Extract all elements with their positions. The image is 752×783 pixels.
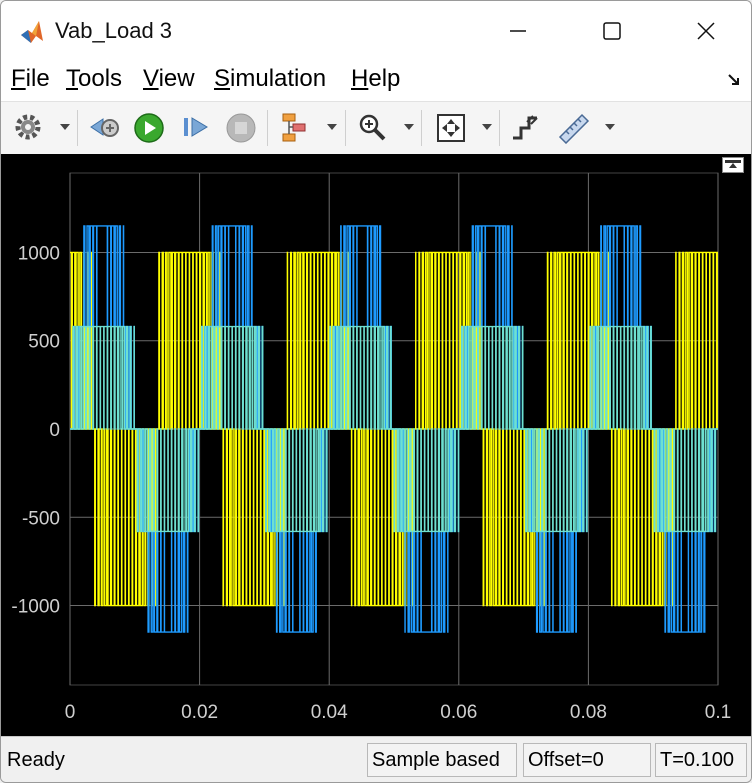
x-tick-label: 0.04 <box>311 702 348 723</box>
run-icon <box>134 113 164 143</box>
fit-dropdown-arrow[interactable] <box>482 124 492 130</box>
x-tick-label: 0 <box>65 702 76 723</box>
stop-button[interactable] <box>225 112 256 143</box>
signal-dropdown-arrow[interactable] <box>327 124 337 130</box>
y-tick-label: -1000 <box>11 597 60 618</box>
zoom-button[interactable] <box>357 112 387 142</box>
step-back-button[interactable] <box>89 112 119 142</box>
toolbar-separator <box>267 110 268 146</box>
settings-dropdown-arrow[interactable] <box>60 124 70 130</box>
scope-axes[interactable]: 0 0.02 0.04 0.06 0.08 0.1 -1000 -500 0 500 1000 <box>1 154 751 736</box>
ruler-icon <box>558 113 590 145</box>
close-button[interactable] <box>683 11 729 51</box>
window-title: Vab_Load 3 <box>55 18 173 43</box>
measurements-dropdown-arrow[interactable] <box>605 124 615 130</box>
y-tick-label: -500 <box>22 508 60 529</box>
toolbar-separator <box>345 110 346 146</box>
menu-help[interactable]: Help <box>351 65 400 93</box>
title-bar: Vab_Load 3 <box>1 1 751 61</box>
step-back-icon <box>90 118 119 137</box>
x-tick-label: 0.08 <box>570 702 607 723</box>
close-icon <box>697 22 715 40</box>
toolbar-separator <box>77 110 78 146</box>
maximize-button[interactable] <box>589 11 635 51</box>
toolbar-separator <box>421 110 422 146</box>
minimize-icon <box>510 30 526 32</box>
toolbar-separator <box>499 110 500 146</box>
run-button[interactable] <box>133 112 164 143</box>
y-tick-label: 1000 <box>18 243 60 264</box>
toolbar <box>1 101 751 155</box>
scope-window: Vab_Load 3 File Tools View Simulation He… <box>0 0 752 783</box>
status-bar: Ready Sample based Offset=0 T=0.100 <box>1 736 751 782</box>
maximize-icon <box>603 22 621 40</box>
status-ready-text: Ready <box>7 749 65 771</box>
minimize-button[interactable] <box>495 11 541 51</box>
menu-view[interactable]: View <box>143 65 195 93</box>
menu-file[interactable]: File <box>11 65 50 93</box>
arrow-down-right-icon[interactable] <box>727 73 741 87</box>
measurements-button[interactable] <box>557 112 590 145</box>
status-time: T=0.100 <box>655 743 747 777</box>
status-offset: Offset=0 <box>523 743 651 777</box>
zoom-dropdown-arrow[interactable] <box>404 124 414 130</box>
x-tick-label: 0.06 <box>440 702 477 723</box>
fit-to-view-button[interactable] <box>435 112 465 142</box>
signal-tree-icon <box>282 113 306 142</box>
fit-to-view-icon <box>437 114 465 142</box>
menu-simulation[interactable]: Simulation <box>214 65 326 93</box>
y-tick-label: 500 <box>28 332 60 353</box>
matlab-logo-icon <box>21 21 43 43</box>
y-tick-label: 0 <box>49 420 60 441</box>
gear-icon <box>15 114 41 140</box>
scope-plot-area: 0 0.02 0.04 0.06 0.08 0.1 -1000 -500 0 500 1000 <box>1 154 751 736</box>
menu-tools[interactable]: Tools <box>66 65 122 93</box>
step-forward-icon <box>184 117 208 137</box>
step-forward-button[interactable] <box>181 112 211 142</box>
settings-button[interactable] <box>13 112 43 142</box>
signal-tree-button[interactable] <box>279 112 309 142</box>
x-tick-label: 0.02 <box>181 702 218 723</box>
cursor-measurements-button[interactable] <box>509 112 539 142</box>
cursor-measure-icon <box>513 115 538 140</box>
undock-icon <box>722 157 744 173</box>
zoom-in-icon <box>359 114 386 141</box>
x-tick-label: 0.1 <box>705 702 731 723</box>
stop-icon <box>226 113 256 143</box>
status-mode: Sample based <box>367 743 517 777</box>
menu-bar: File Tools View Simulation Help <box>1 61 751 101</box>
undock-button[interactable] <box>722 157 744 173</box>
